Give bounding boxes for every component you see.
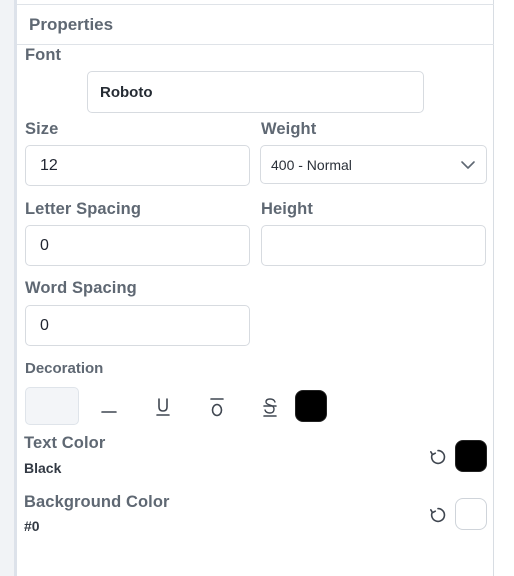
underline-icon[interactable]	[148, 392, 178, 422]
text-color-swatch[interactable]	[455, 440, 487, 472]
font-value: Roboto	[100, 83, 153, 101]
reset-icon[interactable]	[427, 446, 449, 468]
letter-spacing-input[interactable]: 0	[25, 225, 250, 266]
strikethrough-icon[interactable]	[255, 392, 285, 422]
letter-spacing-value: 0	[40, 236, 49, 254]
weight-select[interactable]: 400 - Normal	[260, 145, 487, 184]
decoration-color-swatch[interactable]	[295, 390, 327, 422]
left-sidebar-strip	[0, 0, 14, 576]
background-color-swatch[interactable]	[455, 498, 487, 530]
left-divider	[14, 0, 17, 576]
overline-icon[interactable]	[202, 392, 232, 422]
weight-label: Weight	[261, 120, 317, 138]
height-input[interactable]	[261, 225, 486, 266]
font-input[interactable]: Roboto	[87, 71, 424, 113]
chevron-down-icon	[460, 157, 476, 173]
section-title: Properties	[29, 15, 114, 34]
background-color-value: #0	[24, 518, 40, 534]
word-spacing-label: Word Spacing	[25, 279, 137, 297]
word-spacing-value: 0	[40, 316, 49, 334]
letter-spacing-label: Letter Spacing	[25, 200, 142, 218]
section-divider	[17, 44, 494, 45]
top-divider	[17, 4, 494, 5]
word-spacing-input[interactable]: 0	[25, 305, 250, 346]
decoration-label: Decoration	[25, 360, 104, 377]
line-through-dash-icon[interactable]	[94, 392, 124, 422]
height-label: Height	[261, 200, 313, 218]
background-color-label: Background Color	[24, 493, 170, 511]
size-input[interactable]: 12	[25, 145, 250, 186]
text-color-value: Black	[24, 460, 62, 476]
decoration-none-button[interactable]	[25, 387, 79, 425]
size-value: 12	[40, 156, 58, 174]
font-label: Font	[25, 46, 62, 64]
right-divider	[493, 0, 494, 576]
weight-selected: 400 - Normal	[271, 156, 352, 173]
text-color-label: Text Color	[24, 434, 106, 452]
reset-icon[interactable]	[427, 504, 449, 526]
size-label: Size	[25, 120, 59, 138]
